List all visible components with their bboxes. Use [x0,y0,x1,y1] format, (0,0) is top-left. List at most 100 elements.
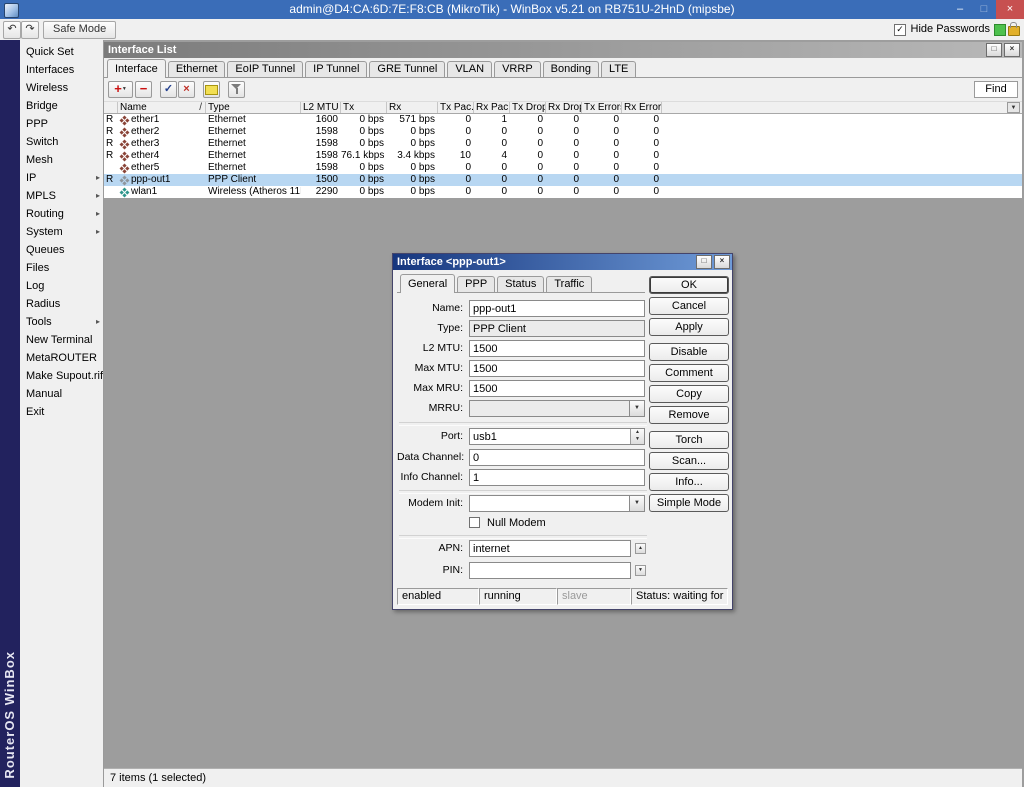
scroll-down-button[interactable]: ▼ [635,565,646,576]
comment-button[interactable]: Comment [649,364,729,382]
sidebar-item-radius[interactable]: Radius [20,295,103,313]
safe-mode-button[interactable]: Safe Mode [43,21,116,39]
column-tx-packet[interactable]: Tx Pac... [438,102,474,113]
table-row[interactable]: wlan1 Wireless (Atheros 11N) 2290 0 bps … [104,186,1022,198]
redo-button[interactable]: ↷ [21,21,39,39]
sidebar-item-routing[interactable]: Routing▸ [20,205,103,223]
info-channel-input[interactable] [469,469,645,486]
table-row[interactable]: ether5 Ethernet 1598 0 bps 0 bps 0 0 0 0… [104,162,1022,174]
hide-passwords-checkbox[interactable]: ✓ [894,24,906,36]
sidebar-item-queues[interactable]: Queues [20,241,103,259]
tab-lte[interactable]: LTE [601,61,636,77]
sidebar-item-exit[interactable]: Exit [20,403,103,421]
ok-button[interactable]: OK [649,276,729,294]
column-rx-errors[interactable]: Rx Errors [622,102,662,113]
tab-eoip-tunnel[interactable]: EoIP Tunnel [227,61,303,77]
remove-button[interactable]: − [135,81,152,98]
cell-l2mtu: 1598 [301,150,341,162]
column-tx-drops[interactable]: Tx Drops [510,102,546,113]
sidebar-item-switch[interactable]: Switch [20,133,103,151]
tab-ip-tunnel[interactable]: IP Tunnel [305,61,367,77]
column-rx-drops[interactable]: Rx Drops [546,102,582,113]
sidebar-item-quick-set[interactable]: Quick Set [20,43,103,61]
column-rx[interactable]: Rx [387,102,438,113]
scan-button[interactable]: Scan... [649,452,729,470]
l2-mtu-input[interactable] [469,340,645,357]
name-input[interactable] [469,300,645,317]
sidebar-item-bridge[interactable]: Bridge [20,97,103,115]
max-mtu-input[interactable] [469,360,645,377]
undo-button[interactable]: ↶ [3,21,21,39]
sidebar-item-make-supout[interactable]: Make Supout.rif [20,367,103,385]
apply-button[interactable]: Apply [649,318,729,336]
enable-button[interactable]: ✓ [160,81,177,98]
simple-mode-button[interactable]: Simple Mode [649,494,729,512]
dialog-close-button[interactable]: × [714,255,730,269]
table-row[interactable]: R ether3 Ethernet 1598 0 bps 0 bps 0 0 0… [104,138,1022,150]
remove-button[interactable]: Remove [649,406,729,424]
apn-input[interactable] [469,540,631,557]
column-select-button[interactable]: ▼ [1007,102,1020,113]
maximize-button[interactable]: □ [972,0,996,19]
disable-button[interactable]: Disable [649,343,729,361]
column-l2mtu[interactable]: L2 MTU [301,102,341,113]
sidebar-item-ip[interactable]: IP▸ [20,169,103,187]
column-flags[interactable] [104,102,118,113]
dialog-restore-button[interactable]: □ [696,255,712,269]
table-row[interactable]: R ether4 Ethernet 1598 76.1 kbps 3.4 kbp… [104,150,1022,162]
torch-button[interactable]: Torch [649,431,729,449]
null-modem-checkbox[interactable] [469,517,480,528]
sidebar-item-system[interactable]: System▸ [20,223,103,241]
modem-init-input[interactable] [469,495,630,512]
port-spinner[interactable]: ▲ ▼ [630,429,644,444]
tab-vrrp[interactable]: VRRP [494,61,541,77]
copy-button[interactable]: Copy [649,385,729,403]
sidebar-item-new-terminal[interactable]: New Terminal [20,331,103,349]
window-restore-button[interactable]: □ [986,43,1002,57]
tab-general[interactable]: General [400,274,455,293]
modem-init-dropdown-button[interactable]: ▼ [630,495,645,512]
column-tx[interactable]: Tx [341,102,387,113]
tab-gre-tunnel[interactable]: GRE Tunnel [369,61,445,77]
disable-button[interactable]: × [178,81,195,98]
find-button[interactable]: Find [974,81,1018,98]
interface-list-titlebar[interactable]: Interface List □ × [104,42,1022,58]
add-button[interactable]: +▼ [108,81,133,98]
info-button[interactable]: Info... [649,473,729,491]
comment-button[interactable] [203,81,220,98]
max-mru-input[interactable] [469,380,645,397]
scroll-up-button[interactable]: ▲ [635,543,646,554]
table-row-selected[interactable]: R ppp-out1 PPP Client 1500 0 bps 0 bps 0… [104,174,1022,186]
filter-button[interactable] [228,81,245,98]
column-type[interactable]: Type [206,102,301,113]
column-rx-packet[interactable]: Rx Pac... [474,102,510,113]
sidebar-item-files[interactable]: Files [20,259,103,277]
sidebar-item-interfaces[interactable]: Interfaces [20,61,103,79]
window-close-button[interactable]: × [1004,43,1020,57]
cancel-button[interactable]: Cancel [649,297,729,315]
close-button[interactable]: × [996,0,1024,19]
table-row[interactable]: R ether2 Ethernet 1598 0 bps 0 bps 0 0 0… [104,126,1022,138]
table-row[interactable]: R ether1 Ethernet 1600 0 bps 571 bps 0 1… [104,114,1022,126]
tab-interface[interactable]: Interface [107,59,166,78]
tab-vlan[interactable]: VLAN [447,61,492,77]
sidebar-item-manual[interactable]: Manual [20,385,103,403]
sidebar-item-ppp[interactable]: PPP [20,115,103,133]
sidebar-item-tools[interactable]: Tools▸ [20,313,103,331]
column-name[interactable]: Name/ [118,102,206,113]
tab-ethernet[interactable]: Ethernet [168,61,226,77]
pin-input[interactable] [469,562,631,579]
port-input[interactable] [469,428,645,445]
sidebar-item-mesh[interactable]: Mesh [20,151,103,169]
tab-bonding[interactable]: Bonding [543,61,599,77]
sidebar-item-wireless[interactable]: Wireless [20,79,103,97]
sidebar-item-metarouter[interactable]: MetaROUTER [20,349,103,367]
app-titlebar[interactable]: admin@D4:CA:6D:7E:F8:CB (MikroTik) - Win… [0,0,1024,19]
sidebar-item-mpls[interactable]: MPLS▸ [20,187,103,205]
mrru-dropdown-button[interactable]: ▼ [630,400,645,417]
close-icon: × [1007,3,1013,15]
data-channel-input[interactable] [469,449,645,466]
sidebar-item-log[interactable]: Log [20,277,103,295]
column-tx-errors[interactable]: Tx Errors [582,102,622,113]
minimize-button[interactable]: – [948,0,972,19]
